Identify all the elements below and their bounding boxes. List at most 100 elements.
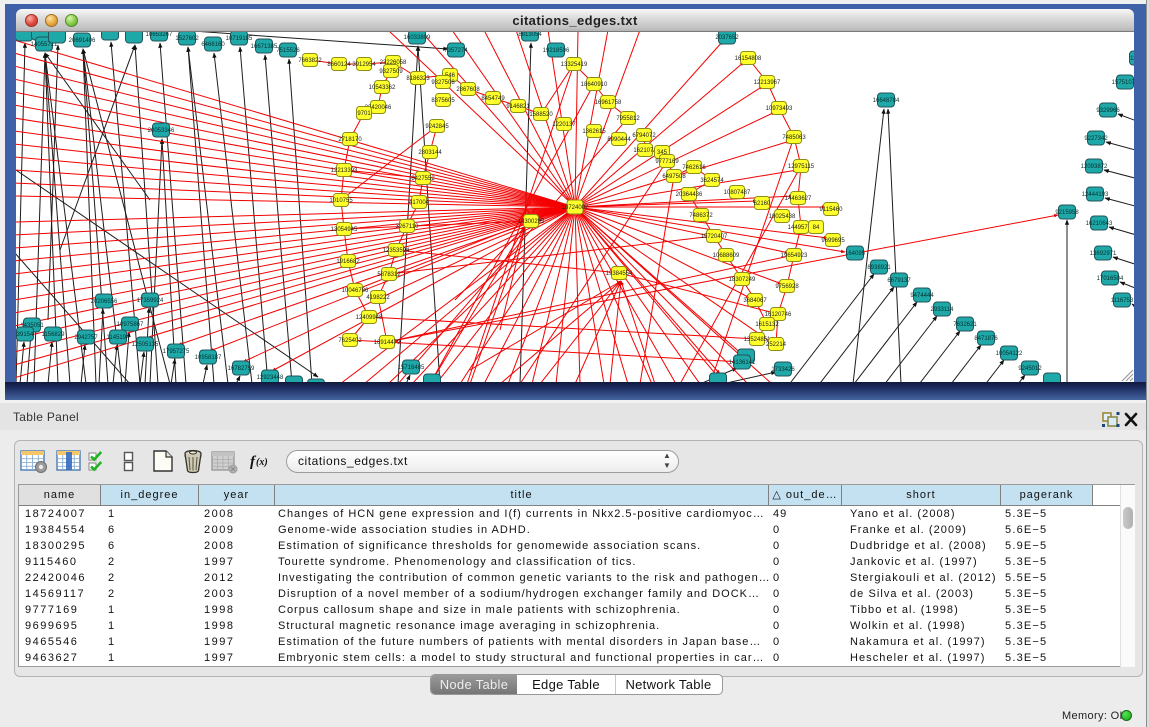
svg-text:6497508: 6497508 [662,174,686,180]
svg-text:10046786: 10046786 [342,288,369,294]
svg-text:1588520: 1588520 [529,112,553,118]
svg-text:7663822: 7663822 [298,58,322,64]
svg-text:8813054: 8813054 [518,32,542,38]
svg-text:9699695: 9699695 [821,238,845,244]
svg-text:10719185: 10719185 [226,36,253,42]
svg-text:10025438: 10025438 [769,214,796,220]
svg-text:3267110: 3267110 [396,224,420,230]
svg-text:7486372: 7486372 [689,213,713,219]
svg-text:8990444: 8990444 [607,137,631,143]
svg-text:9756928: 9756928 [775,284,799,290]
svg-text:13325419: 13325419 [561,62,588,68]
svg-text:9146821: 9146821 [506,104,530,110]
svg-text:9327508: 9327508 [431,80,455,86]
svg-text:10543362: 10543362 [369,85,396,91]
svg-text:12975115: 12975115 [788,164,815,170]
svg-text:1621072: 1621072 [633,148,657,154]
svg-text:6679137: 6679137 [887,278,911,284]
svg-text:5878312: 5878312 [377,272,401,278]
svg-text:8660124: 8660124 [327,62,351,68]
svg-text:17359924: 17359924 [137,298,164,304]
svg-text:2037652: 2037652 [715,35,739,41]
svg-text:1220137: 1220137 [552,122,576,128]
svg-text:13692971: 13692971 [1090,251,1117,257]
svg-text:18724007: 18724007 [562,205,589,211]
svg-text:8186323: 8186323 [406,76,430,82]
svg-text:1145194: 1145194 [107,335,131,341]
svg-text:16961758: 16961758 [595,100,622,106]
svg-text:8427552: 8427552 [411,176,435,182]
svg-text:10054122: 10054122 [996,351,1023,357]
svg-text:7625402: 7625402 [338,338,362,344]
svg-text:12093872: 12093872 [1081,164,1108,170]
svg-text:16210643: 16210643 [1086,221,1113,227]
svg-text:2942757: 2942757 [74,335,98,341]
svg-text:18300295: 18300295 [518,219,545,225]
svg-text:6794072: 6794072 [632,133,656,139]
svg-text:8938921: 8938921 [867,265,891,271]
svg-text:10975867: 10975867 [117,322,144,328]
svg-text:1733426: 1733426 [771,367,795,373]
svg-text:9245012: 9245012 [1018,366,1042,372]
svg-text:9227342: 9227342 [1084,136,1108,142]
svg-text:7632621: 7632621 [953,322,977,328]
svg-text:62160: 62160 [754,201,771,207]
svg-text:16033809: 16033809 [404,35,431,41]
svg-text:20053346: 20053346 [148,128,175,134]
svg-text:12353594: 12353594 [383,248,410,254]
svg-text:20364436: 20364436 [676,192,703,198]
svg-text:16914479: 16914479 [374,340,401,346]
svg-text:10973493: 10973493 [766,106,793,112]
svg-text:16154808: 16154808 [735,56,762,62]
svg-text:9115460: 9115460 [820,207,844,213]
svg-text:9701: 9701 [357,111,371,117]
svg-text:15720407: 15720407 [701,234,728,240]
svg-text:17957275: 17957275 [163,349,190,355]
svg-text:12444193: 12444193 [1082,192,1109,198]
svg-text:8471876: 8471876 [974,336,998,342]
svg-text:1916682: 1916682 [336,259,360,265]
svg-text:14136141: 14136141 [729,360,756,366]
svg-text:12213393: 12213393 [331,168,358,174]
svg-text:16648784: 16648784 [873,98,900,104]
svg-text:19218506: 19218506 [543,48,570,54]
svg-text:1156829: 1156829 [42,332,66,338]
svg-text:39154: 39154 [17,332,34,338]
svg-text:20206556: 20206556 [91,299,118,305]
svg-text:252214: 252214 [766,342,787,348]
svg-text:9329966: 9329966 [1096,108,1120,114]
svg-text:164095: 164095 [845,251,866,257]
svg-text:10688609: 10688609 [713,253,740,259]
svg-text:10958187: 10958187 [195,355,222,361]
svg-text:2867608: 2867608 [456,87,480,93]
svg-text:1010755: 1010755 [329,198,353,204]
svg-text:9242845: 9242845 [425,124,449,130]
svg-text:7462616: 7462616 [682,165,706,171]
svg-text:12923448: 12923448 [257,375,284,381]
svg-text:3684067: 3684067 [743,298,767,304]
svg-text:7955812: 7955812 [616,116,640,122]
svg-text:8454749: 8454749 [481,96,505,102]
svg-text:2803144: 2803144 [418,150,442,156]
svg-text:2718170: 2718170 [338,137,362,143]
svg-text:1615132: 1615132 [755,322,779,328]
svg-text:15751074: 15751074 [1112,80,1134,86]
svg-text:3912954: 3912954 [352,62,376,68]
svg-text:9777169: 9777169 [655,159,679,165]
svg-text:14463627: 14463627 [785,196,812,202]
svg-text:19654923: 19654923 [781,253,808,259]
svg-text:7485063: 7485063 [782,135,806,141]
svg-text:10807487: 10807487 [724,190,751,196]
svg-text:11124: 11124 [1130,56,1134,62]
svg-text:18307249: 18307249 [729,277,756,283]
svg-text:7357274: 7357274 [444,48,468,54]
svg-text:16782759: 16782759 [228,366,255,372]
svg-text:6466160: 6466160 [201,42,225,48]
svg-text:15716485: 15716485 [398,365,425,371]
svg-text:1527602: 1527602 [175,36,199,42]
svg-text:9474444: 9474444 [910,293,934,299]
svg-text:17016504: 17016504 [1097,276,1124,282]
svg-text:12505135: 12505135 [132,342,159,348]
svg-text:8375605: 8375605 [431,98,455,104]
svg-text:12213967: 12213967 [754,80,781,86]
